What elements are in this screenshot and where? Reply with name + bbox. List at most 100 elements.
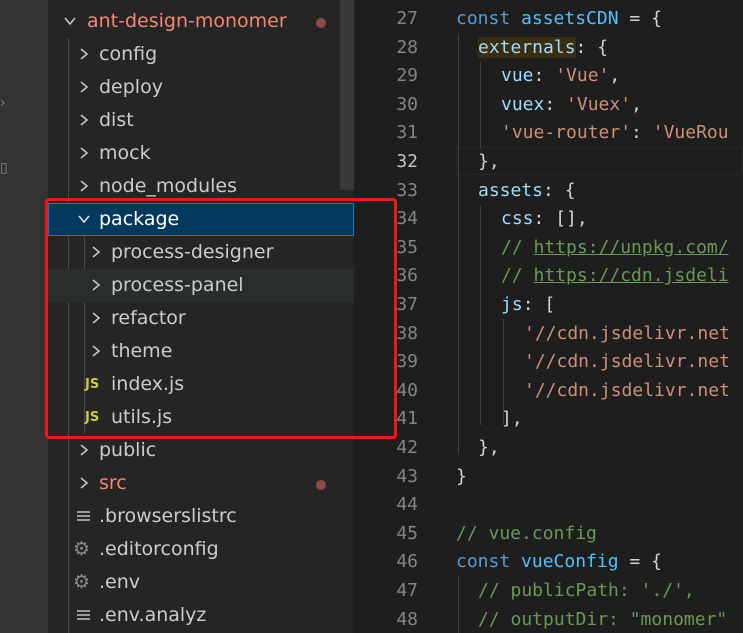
line-number: 46: [396, 551, 418, 573]
comment-token: //: [501, 265, 534, 287]
chevron-right-icon: [76, 71, 92, 104]
code-line: 'vue-router': 'VueRou: [501, 119, 729, 148]
tree-item-label: dist: [99, 109, 134, 131]
chevron-right-icon: [76, 38, 92, 71]
comment-token: // vue.config: [456, 522, 597, 544]
code-line-current: },: [478, 148, 500, 177]
activity-bar: › ▯: [0, 0, 48, 633]
tree-item-label: deploy: [99, 76, 163, 98]
tree-root-ant-design-monomer[interactable]: ant-design-monomer: [48, 5, 354, 38]
code-line: '//cdn.jsdelivr.net: [524, 377, 730, 406]
code-line: '//cdn.jsdelivr.net: [524, 320, 730, 349]
gear-icon: ⚙: [73, 571, 91, 593]
config-file-icon: [77, 610, 90, 621]
chevron-right-icon: [76, 467, 92, 500]
code-line: css: [],: [501, 205, 588, 234]
chevron-right-icon: [76, 137, 92, 170]
code-line: // https://cdn.jsdeli: [501, 262, 729, 291]
code-line: }: [456, 463, 467, 492]
punct-token: ,: [609, 65, 621, 87]
line-number: 43: [396, 465, 418, 487]
property-token: vuex: [501, 93, 545, 115]
tree-item-config[interactable]: config: [48, 38, 354, 71]
property-token: js: [501, 294, 523, 315]
code-line: const vueConfig = {: [456, 548, 662, 577]
comment-token: //: [501, 236, 534, 258]
string-token: '//cdn.jsdelivr.net: [524, 379, 730, 401]
punct-token: = {: [618, 551, 662, 573]
code-line: vuex: 'Vuex',: [501, 91, 642, 120]
string-token: 'vue-router': [501, 122, 632, 144]
property-token: externals: [478, 36, 576, 58]
run-debug-icon[interactable]: ›: [0, 95, 6, 111]
link-token[interactable]: https://unpkg.com/: [534, 237, 729, 258]
modified-dot-icon: [316, 18, 326, 28]
code-editor[interactable]: 27 28 29 30 31 32 33 34 35 36 37 38 39 4…: [354, 0, 743, 633]
punct-token: ],: [501, 408, 523, 430]
tree-item-deploy[interactable]: deploy: [48, 71, 354, 104]
indent-guide: [458, 575, 459, 633]
code-line: externals: {: [478, 34, 608, 63]
identifier-token: vueConfig: [521, 551, 619, 573]
code-line: assets: {: [478, 177, 576, 206]
property-token: css: [501, 208, 534, 230]
punct-token: :: [631, 122, 653, 144]
tree-root-label: ant-design-monomer: [87, 10, 287, 32]
string-token: 'Vue': [555, 65, 610, 87]
explorer-scrollbar[interactable]: [340, 0, 354, 190]
punct-token: ,: [631, 93, 642, 115]
keyword-token: const: [456, 8, 511, 29]
gear-icon: ⚙: [73, 538, 91, 560]
string-token: 'VueRou: [652, 122, 729, 144]
indent-guide: [480, 205, 481, 425]
punct-token: },: [478, 151, 500, 172]
punct-token: :: [533, 65, 556, 87]
string-token: '//cdn.jsdelivr.net: [524, 322, 730, 344]
link-token[interactable]: https://cdn.jsdeli: [534, 265, 729, 286]
string-token: '//cdn.jsdelivr.net: [524, 351, 730, 373]
extensions-icon[interactable]: ▯: [0, 160, 8, 176]
modified-dot-icon: [316, 480, 326, 490]
indent-guide: [480, 62, 481, 148]
tree-item-env[interactable]: ⚙ .env: [48, 566, 354, 599]
code-line: // vue.config: [456, 520, 597, 549]
line-number: 47: [396, 580, 418, 601]
comment-token: // outputDir: "monomer": [478, 608, 728, 630]
punct-token: : [: [522, 294, 556, 315]
punct-token: : {: [575, 36, 609, 58]
string-token: 'Vuex': [566, 93, 632, 115]
tree-item-label: mock: [99, 142, 151, 164]
punct-token: : {: [543, 179, 576, 201]
tree-item-editorconfig[interactable]: ⚙ .editorconfig: [48, 533, 354, 566]
punct-token: = {: [618, 8, 662, 29]
tree-item-browserslistrc[interactable]: .browserslistrc: [48, 500, 354, 533]
code-line: '//cdn.jsdelivr.net: [524, 348, 730, 377]
tree-item-label: src: [99, 472, 127, 494]
code-line: js: [: [501, 291, 555, 320]
property-token: assets: [478, 179, 544, 201]
tree-item-label: config: [99, 43, 158, 65]
tree-item-src[interactable]: src: [48, 467, 354, 500]
punct-token: },: [478, 437, 500, 458]
punct-token: : [],: [533, 208, 588, 230]
code-line: vue: 'Vue',: [501, 62, 620, 91]
keyword-token: const: [456, 551, 511, 573]
tree-item-label: .env: [99, 571, 141, 593]
tree-item-dist[interactable]: dist: [48, 104, 354, 137]
property-token: vue: [501, 65, 534, 87]
line-number: 48: [396, 608, 418, 630]
line-number: 44: [396, 494, 418, 516]
tree-item-env-analyz[interactable]: .env.analyz: [48, 599, 354, 632]
code-line: },: [478, 434, 500, 463]
comment-token: // publicPath: './',: [478, 580, 695, 601]
chevron-right-icon: [76, 104, 92, 137]
tree-item-label: .browserslistrc: [99, 505, 237, 527]
line-number: 31: [396, 122, 418, 144]
code-line: const assetsCDN = {: [456, 5, 662, 34]
line-number: 29: [396, 65, 418, 87]
tree-item-label: .editorconfig: [99, 538, 219, 560]
tree-item-mock[interactable]: mock: [48, 137, 354, 170]
config-file-icon: [77, 511, 90, 522]
